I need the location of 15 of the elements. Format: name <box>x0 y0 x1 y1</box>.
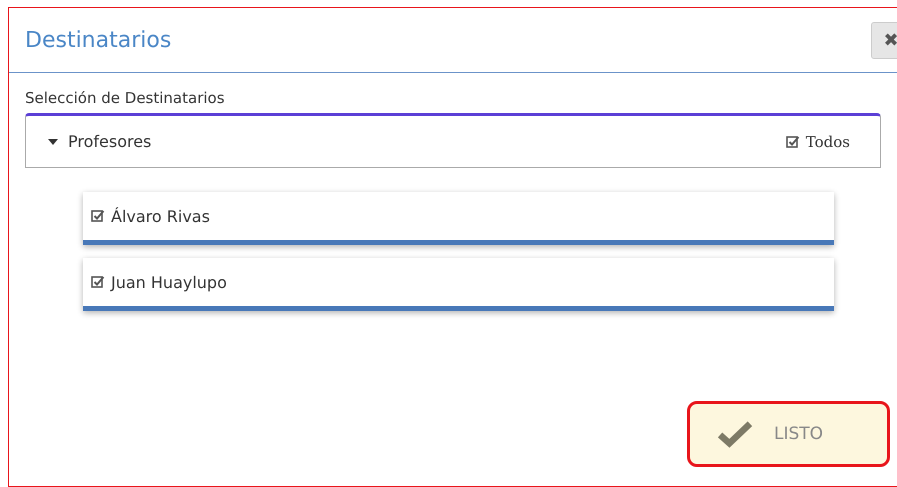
recipient-name: Álvaro Rivas <box>111 206 210 226</box>
dialog-title: Destinatarios <box>25 28 172 52</box>
select-all-label: Todos <box>806 132 850 150</box>
recipient-name: Juan Huaylupo <box>111 272 227 292</box>
close-button[interactable]: ✖ <box>871 22 897 58</box>
caret-down-icon[interactable] <box>48 136 58 146</box>
group-name: Profesores <box>68 132 152 151</box>
recipient-item[interactable]: Álvaro Rivas <box>83 192 834 245</box>
checked-checkbox-icon[interactable] <box>91 209 105 223</box>
recipient-item[interactable]: Juan Huaylupo <box>83 258 834 311</box>
checkmark-icon <box>716 420 754 448</box>
checked-checkbox-icon[interactable] <box>786 134 800 148</box>
checked-checkbox-icon[interactable] <box>91 275 105 289</box>
section-label: Selección de Destinatarios <box>25 89 226 107</box>
group-header[interactable]: Profesores Todos <box>25 113 881 168</box>
